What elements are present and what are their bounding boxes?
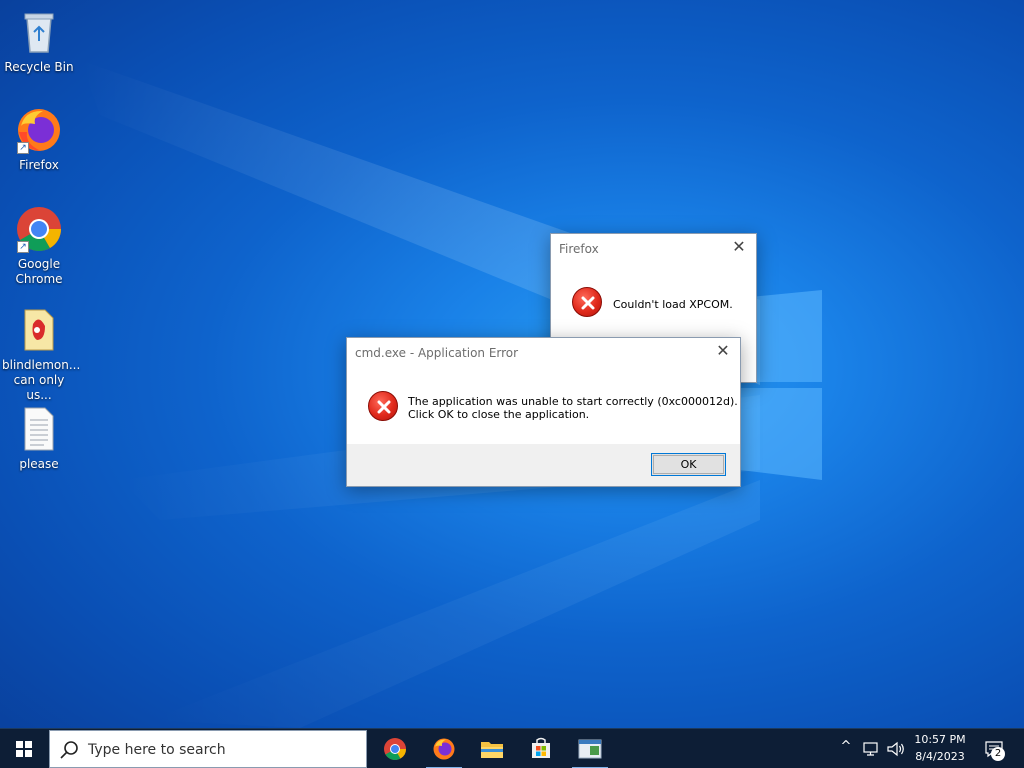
error-message: The application was unable to start corr… (408, 395, 738, 421)
store-icon (532, 737, 550, 758)
system-clock[interactable]: 10:57 PM 8/4/2023 (910, 733, 970, 764)
network-icon[interactable] (862, 741, 880, 757)
shortcut-arrow-icon: ↗ (17, 241, 29, 253)
show-hidden-icons-chevron[interactable]: ^ (838, 740, 854, 754)
taskbar-store[interactable] (517, 729, 565, 768)
firefox-icon: ↗ (15, 106, 63, 154)
cmd-application-error-dialog: cmd.exe - Application Error ✕ The applic… (346, 337, 741, 487)
recycle-bin-icon (15, 8, 63, 56)
desktop-icon-label: blindlemon... can only us... (2, 358, 81, 402)
windows-logo-pane (740, 388, 822, 480)
volume-icon[interactable] (886, 740, 906, 758)
error-message: Couldn't load XPCOM. (613, 298, 733, 311)
windows-start-icon (16, 741, 32, 757)
file-icon (15, 306, 63, 354)
app-window-icon (578, 739, 602, 759)
error-message-line1: The application was unable to start corr… (408, 395, 738, 408)
taskbar-file-explorer[interactable] (468, 729, 516, 768)
search-icon (60, 741, 78, 759)
desktop-icon-label: Recycle Bin (4, 60, 74, 74)
desktop-icon-recycle-bin[interactable]: Recycle Bin (0, 8, 78, 75)
desktop-icon-google-chrome[interactable]: ↗ Google Chrome (0, 205, 78, 287)
desktop-icon-label: please (19, 457, 59, 471)
clock-time: 10:57 PM (914, 733, 966, 746)
text-document-icon (15, 405, 63, 453)
search-placeholder: Type here to search (88, 742, 226, 758)
firefox-icon (433, 738, 455, 760)
desktop-icon-blindlemon[interactable]: blindlemon... can only us... (0, 306, 81, 403)
error-icon (368, 391, 398, 421)
close-button[interactable]: ✕ (726, 236, 752, 260)
taskbar-firefox[interactable] (420, 729, 468, 768)
desktop-icon-label: Firefox (19, 158, 59, 172)
file-explorer-icon (481, 742, 503, 758)
desktop-icon-label: Google Chrome (15, 257, 63, 286)
chrome-icon (384, 738, 406, 760)
chrome-icon: ↗ (15, 205, 63, 253)
desktop-icon-firefox[interactable]: ↗ Firefox (0, 106, 78, 173)
ok-button[interactable]: OK (651, 453, 726, 476)
taskbar-search-box[interactable]: Type here to search (49, 730, 367, 768)
dialog-button-bar: OK (347, 444, 740, 486)
taskbar: Type here to search ^ 10:57 PM 8/4/2023 … (0, 728, 1024, 768)
clock-date: 8/4/2023 (915, 750, 965, 763)
shortcut-arrow-icon: ↗ (17, 142, 29, 154)
start-button[interactable] (0, 729, 48, 768)
taskbar-chrome[interactable] (371, 729, 419, 768)
close-button[interactable]: ✕ (710, 340, 736, 364)
taskbar-app-window[interactable] (566, 729, 614, 768)
notification-count-badge: 2 (991, 747, 1005, 761)
desktop-icon-please[interactable]: please (0, 405, 78, 472)
error-message-line2: Click OK to close the application. (408, 408, 590, 421)
error-icon (572, 287, 602, 317)
dialog-title: cmd.exe - Application Error (355, 346, 519, 360)
action-center-button[interactable]: 2 (978, 729, 1018, 768)
